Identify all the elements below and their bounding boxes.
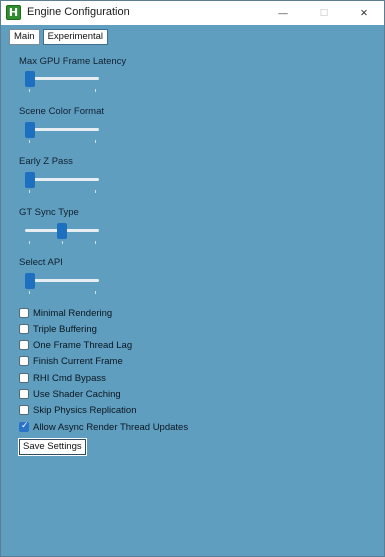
checkbox-box[interactable] [19,389,29,399]
slider-thumb[interactable] [25,273,35,289]
slider-tick [95,241,96,244]
checkbox-box[interactable] [19,420,29,432]
checkbox-label: Triple Buffering [33,323,97,335]
checkbox-triple-buffering[interactable]: Triple Buffering [19,323,97,335]
checkbox-label: Use Shader Caching [33,388,121,400]
slider-tick [95,291,96,294]
engine-configuration-window: H Engine Configuration — ☐ ✕ Main Experi… [0,0,385,557]
max-gpu-frame-latency-slider[interactable] [25,67,101,92]
slider-tick [95,140,96,143]
slider-track [25,279,99,282]
window-title: Engine Configuration [27,6,130,18]
slider-thumb[interactable] [25,172,35,188]
checkbox-label: RHI Cmd Bypass [33,372,106,384]
checkbox-box[interactable] [19,356,29,366]
tab-main[interactable]: Main [9,29,40,45]
select-api-slider[interactable] [25,269,101,294]
checkbox-box[interactable] [19,308,29,318]
close-button[interactable]: ✕ [344,1,384,25]
checkbox-allow-async-render-thread-updates[interactable]: Allow Async Render Thread Updates [19,420,189,433]
slider-track [25,77,99,80]
slider-tick [29,241,30,244]
slider-label-early-z-pass: Early Z Pass [19,156,73,167]
checkbox-label: Finish Current Frame [33,355,123,367]
slider-tick [95,89,96,92]
slider-track [25,128,99,131]
slider-tick [29,291,30,294]
scene-color-format-slider[interactable] [25,118,101,143]
checkbox-label: One Frame Thread Lag [33,339,133,351]
slider-label-gt-sync-type: GT Sync Type [19,207,79,218]
checkbox-label: Minimal Rendering [33,307,113,319]
slider-tick [62,241,63,244]
checkbox-minimal-rendering[interactable]: Minimal Rendering [19,307,112,319]
slider-tick [29,89,30,92]
checkbox-box[interactable] [19,373,29,383]
maximize-icon: ☐ [319,7,329,19]
slider-label-max-gpu-frame-latency: Max GPU Frame Latency [19,56,127,67]
checkbox-label: Skip Physics Replication [33,404,137,416]
gt-sync-type-slider[interactable] [25,219,101,244]
slider-thumb[interactable] [57,223,67,239]
slider-tick [95,190,96,193]
checkbox-label: Allow Async Render Thread Updates [33,421,189,433]
checkbox-finish-current-frame[interactable]: Finish Current Frame [19,355,123,367]
minimize-icon: — [278,7,288,19]
tab-strip: Main Experimental [9,29,111,45]
slider-track [25,178,99,181]
title-bar[interactable]: H Engine Configuration — ☐ ✕ [1,1,384,25]
checkbox-use-shader-caching[interactable]: Use Shader Caching [19,388,121,400]
close-icon: ✕ [360,7,368,19]
checkbox-box[interactable] [19,340,29,350]
app-icon: H [6,5,21,20]
slider-thumb[interactable] [25,71,35,87]
checkbox-box[interactable] [19,405,29,415]
early-z-pass-slider[interactable] [25,168,101,193]
checkbox-one-frame-thread-lag[interactable]: One Frame Thread Lag [19,339,132,351]
slider-tick [29,140,30,143]
slider-tick [29,190,30,193]
tab-experimental[interactable]: Experimental [42,29,109,45]
slider-thumb[interactable] [25,122,35,138]
checkbox-box[interactable] [19,324,29,334]
slider-label-select-api: Select API [19,257,63,268]
checkbox-rhi-cmd-bypass[interactable]: RHI Cmd Bypass [19,372,106,384]
slider-label-scene-color-format: Scene Color Format [19,106,105,117]
minimize-button[interactable]: — [263,1,303,25]
maximize-button[interactable]: ☐ [304,1,344,25]
save-settings-button[interactable]: Save Settings [18,438,87,456]
checkbox-skip-physics-replication[interactable]: Skip Physics Replication [19,404,137,416]
